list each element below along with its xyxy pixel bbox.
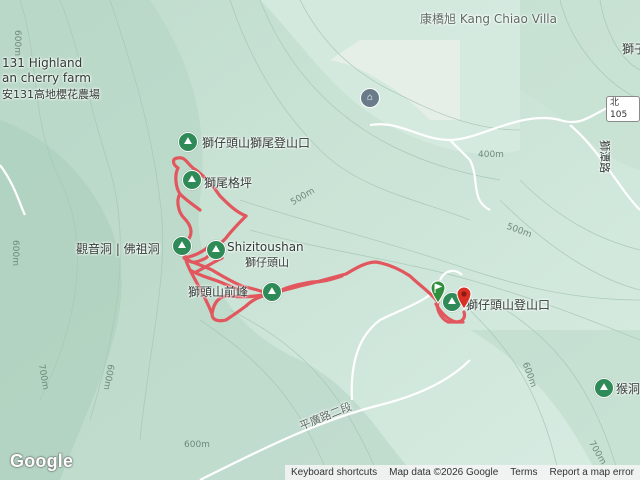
place-label-lion-right[interactable]: 獅子頭 <box>622 40 640 57</box>
contour-label: 600m <box>9 240 20 266</box>
school-icon[interactable]: ⌂ <box>360 88 380 108</box>
place-label-villa[interactable]: 康橋旭 Kang Chiao Villa <box>420 10 557 27</box>
map-data-text: Map data ©2026 Google <box>389 467 499 478</box>
keyboard-shortcuts-link[interactable]: Keyboard shortcuts <box>285 465 383 480</box>
google-logo[interactable]: Google <box>10 451 73 472</box>
trail-poi-icon[interactable]: ⛰ <box>594 378 614 398</box>
start-flag-icon[interactable] <box>430 280 446 304</box>
poi-label-front-peak[interactable]: 獅頭山前峰 <box>188 283 248 300</box>
route-badge: 北105 <box>606 96 640 122</box>
poi-label-shizitoushan-en[interactable]: Shizitoushan <box>227 240 304 254</box>
attribution-bar: Keyboard shortcuts Map data ©2026 Google… <box>284 465 640 480</box>
trail-poi-icon[interactable]: ⛰ <box>172 236 192 256</box>
trail-poi-icon[interactable]: ⛰ <box>206 240 226 260</box>
poi-label-shizi-tail[interactable]: 獅仔頭山獅尾登山口 <box>202 134 310 151</box>
terms-link[interactable]: Terms <box>504 465 543 480</box>
poi-label-trailhead[interactable]: 獅仔頭山登山口 <box>466 296 550 313</box>
poi-label-guanyin[interactable]: 觀音洞 | 佛祖洞 <box>76 240 160 257</box>
trail-poi-icon[interactable]: ⛰ <box>262 282 282 302</box>
contour-label: 600m <box>11 30 22 56</box>
report-error-link[interactable]: Report a map error <box>544 465 640 480</box>
trail-poi-icon[interactable]: ⛰ <box>178 132 198 152</box>
poi-label-monkey-cave[interactable]: 猴洞 <box>616 380 640 397</box>
map-canvas[interactable]: 600m 600m 600m 600m 500m 400m 700m 700m … <box>0 0 640 480</box>
road-label-right: 獅潭路 <box>598 140 611 173</box>
place-label-farm-zh[interactable]: 安131高地櫻花農場 <box>2 86 100 102</box>
trail-poi-icon[interactable]: ⛰ <box>182 170 202 190</box>
place-label-farm-en-2[interactable]: an cherry farm <box>2 71 91 85</box>
poi-label-shizitoushan-zh[interactable]: 獅仔頭山 <box>245 254 289 270</box>
place-label-farm-en[interactable]: 131 Highland <box>2 56 82 70</box>
contour-label: 400m <box>478 150 504 160</box>
poi-label-weige[interactable]: 獅尾格坪 <box>204 174 252 191</box>
contour-label: 600m <box>184 440 210 450</box>
end-pin-icon[interactable] <box>456 286 472 310</box>
